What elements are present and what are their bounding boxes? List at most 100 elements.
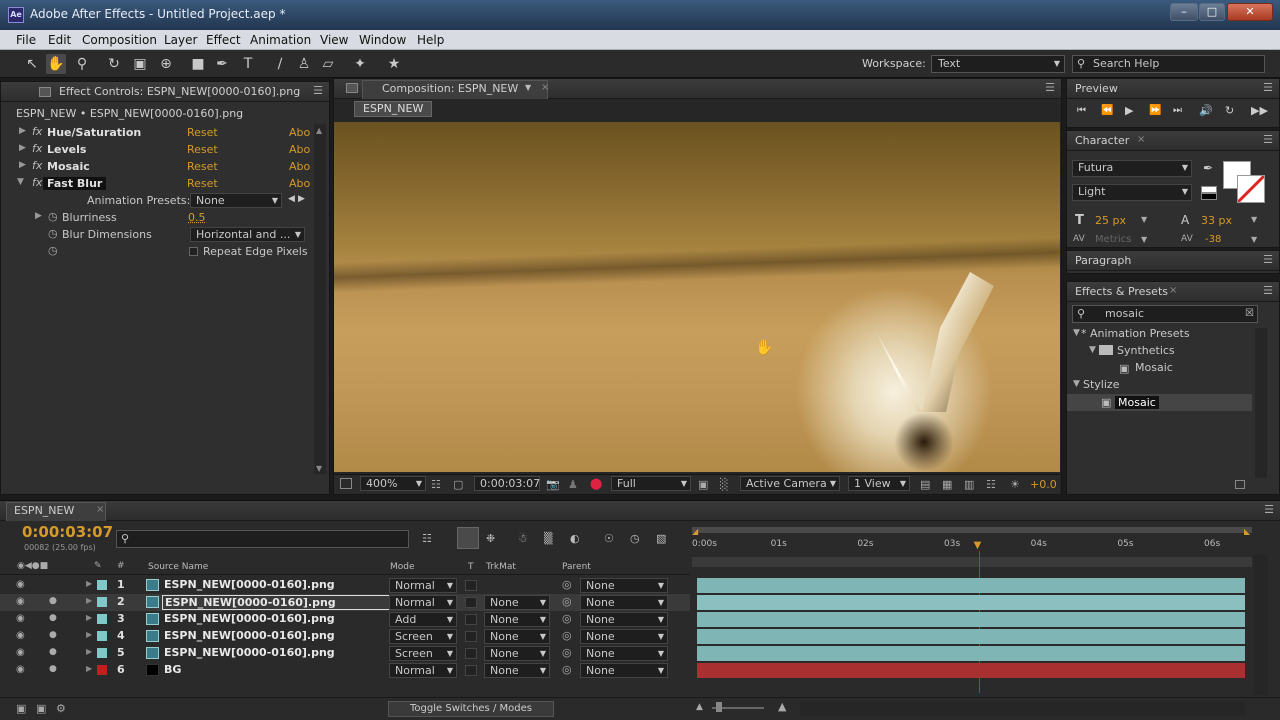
panel-menu-icon[interactable]: ☰ [1045, 81, 1055, 94]
layer-name[interactable]: ESPN_NEW[0000-0160].png [164, 612, 335, 625]
exposure-value[interactable]: +0.0 [1030, 478, 1057, 491]
fast-previews-icon[interactable]: ▦ [942, 478, 952, 491]
expand-arrow-icon[interactable]: ▶ [86, 664, 92, 673]
expand-arrow-icon[interactable]: ▶ [35, 211, 42, 221]
mode-dropdown[interactable]: Add ▼ [389, 612, 457, 627]
eraser-tool-icon[interactable]: ▱ [318, 54, 338, 74]
resolution-dropdown[interactable]: Full ▼ [611, 476, 691, 491]
layer-row[interactable]: ◉ ▶ 1 ESPN_NEW[0000-0160].png Normal ▼ ◎ None ▼ [0, 577, 690, 594]
panel-menu-icon[interactable]: ☰ [1263, 81, 1273, 94]
current-time-display[interactable]: 0:00:03:07 [474, 476, 540, 491]
menu-edit[interactable]: Edit [48, 33, 71, 47]
reset-link[interactable]: Reset [187, 126, 218, 139]
menu-file[interactable]: File [16, 33, 36, 47]
zoom-in-icon[interactable]: ▲ [778, 700, 786, 713]
stopwatch-icon[interactable]: ◷ [48, 227, 58, 240]
timeline-timecode[interactable]: 0:00:03:07 [22, 523, 113, 541]
preserve-transparency-checkbox[interactable] [465, 597, 477, 608]
eye-icon[interactable]: ◉ [16, 664, 25, 675]
solo-icon[interactable]: ● [49, 613, 57, 623]
close-tab-icon[interactable]: × [96, 504, 104, 515]
timeline-icon[interactable]: ▥ [964, 478, 974, 491]
label-color-swatch[interactable] [97, 648, 107, 658]
mode-dropdown[interactable]: Normal ▼ [389, 663, 457, 678]
kerning-value[interactable]: Metrics [1095, 234, 1131, 245]
tree-synthetics[interactable]: Synthetics [1117, 344, 1175, 357]
about-link[interactable]: Abo [289, 160, 310, 173]
lock-icon[interactable] [346, 83, 358, 93]
close-tab-icon[interactable]: × [1169, 285, 1177, 296]
reset-link[interactable]: Reset [187, 177, 218, 190]
solo-icon[interactable]: ● [49, 630, 57, 640]
menu-composition[interactable]: Composition [82, 33, 157, 47]
expand-arrow-icon[interactable]: ▶ [19, 143, 26, 153]
lock-icon[interactable] [39, 87, 51, 97]
stopwatch-icon[interactable]: ◷ [48, 244, 58, 257]
chevron-down-icon[interactable]: ▼ [525, 83, 531, 92]
composition-viewer[interactable] [334, 122, 1060, 472]
timeline-tab[interactable]: ESPN_NEW [14, 504, 74, 517]
layer-row[interactable]: ◉ ● ▶ 5 ESPN_NEW[0000-0160].png Screen ▼ None ▼ ◎… [0, 645, 690, 662]
preserve-transparency-checkbox[interactable] [465, 580, 477, 591]
new-bin-icon[interactable] [1235, 480, 1245, 489]
label-color-swatch[interactable] [97, 614, 107, 624]
layer-row[interactable]: ◉ ● ▶ 4 ESPN_NEW[0000-0160].png Screen ▼ None ▼ ◎… [0, 628, 690, 645]
tree-stylize[interactable]: Stylize [1083, 378, 1119, 391]
pick-whip-icon[interactable]: ◎ [562, 612, 572, 625]
eye-icon[interactable]: ◉ [16, 579, 25, 590]
tracking-value[interactable]: -38 [1205, 234, 1221, 245]
menu-layer[interactable]: Layer [164, 33, 197, 47]
eye-icon[interactable]: ◉ [16, 630, 25, 641]
zoom-slider-handle[interactable] [716, 702, 722, 712]
character-tab[interactable]: Character [1075, 134, 1129, 147]
maximize-button[interactable]: □ [1199, 3, 1225, 21]
eye-icon[interactable]: ◉ [16, 647, 25, 658]
timeline-vertical-scrollbar[interactable] [1254, 555, 1268, 695]
toggle-mask-icon[interactable]: ▢ [453, 478, 463, 491]
comp-name-button[interactable]: ESPN_NEW [354, 101, 433, 117]
layer-duration-bar[interactable] [697, 578, 1245, 593]
parent-dropdown[interactable]: None ▼ [580, 629, 668, 644]
layer-name[interactable]: ESPN_NEW[0000-0160].png [162, 595, 399, 610]
parent-dropdown[interactable]: None ▼ [580, 663, 668, 678]
parent-dropdown[interactable]: None ▼ [580, 646, 668, 661]
audio-icon[interactable]: 🔊 [1199, 104, 1213, 117]
reset-link[interactable]: Reset [187, 143, 218, 156]
fx-icon[interactable]: fx [32, 176, 42, 189]
trkmat-dropdown[interactable]: None ▼ [484, 629, 550, 644]
work-area-bar[interactable] [692, 527, 1252, 533]
minimize-button[interactable]: – [1170, 3, 1198, 21]
stroke-color-swatch[interactable] [1237, 175, 1265, 203]
work-area-start-icon[interactable]: ◢ [692, 527, 698, 536]
solo-icon[interactable]: ● [49, 647, 57, 657]
close-button[interactable]: ✕ [1227, 3, 1273, 21]
auto-keyframe-icon[interactable]: ◷ [630, 532, 640, 545]
tree-animation-presets[interactable]: * Animation Presets [1081, 327, 1190, 340]
mode-dropdown[interactable]: Screen ▼ [389, 629, 457, 644]
playhead-icon[interactable]: ▼ [974, 540, 982, 551]
flowchart-icon[interactable]: ☷ [986, 478, 996, 491]
timeline-horizontal-scrollbar[interactable] [800, 702, 1245, 716]
panel-menu-icon[interactable]: ☰ [1263, 133, 1273, 146]
about-link[interactable]: Abo [289, 143, 310, 156]
layer-duration-bar[interactable] [697, 595, 1245, 610]
label-color-swatch[interactable] [97, 631, 107, 641]
expand-arrow-icon[interactable]: ▶ [86, 630, 92, 639]
panel-menu-icon[interactable]: ☰ [313, 84, 323, 97]
in-out-icon[interactable]: ⚙ [56, 702, 66, 715]
transparency-grid-icon[interactable]: ░ [720, 478, 728, 491]
type-tool-icon[interactable]: T [238, 54, 258, 74]
brainstorm-icon[interactable]: ☉ [604, 532, 614, 545]
pick-whip-icon[interactable]: ◎ [562, 629, 572, 642]
parent-dropdown[interactable]: None ▼ [580, 612, 668, 627]
mode-dropdown[interactable]: Normal ▼ [389, 578, 457, 593]
label-color-swatch[interactable] [97, 580, 107, 590]
effect-row-hue-saturation[interactable]: ▶ fx Hue/Saturation Reset Abo [1, 125, 329, 142]
last-frame-icon[interactable]: ⏭ [1173, 105, 1182, 116]
black-swatch-icon[interactable] [1201, 193, 1217, 200]
play-icon[interactable]: ▶ [1125, 104, 1133, 117]
about-link[interactable]: Abo [289, 177, 310, 190]
timeline-search-input[interactable]: ⚲ [116, 530, 409, 548]
color-channel-icon[interactable]: ⬤ [590, 477, 602, 490]
label-color-swatch[interactable] [97, 597, 107, 607]
